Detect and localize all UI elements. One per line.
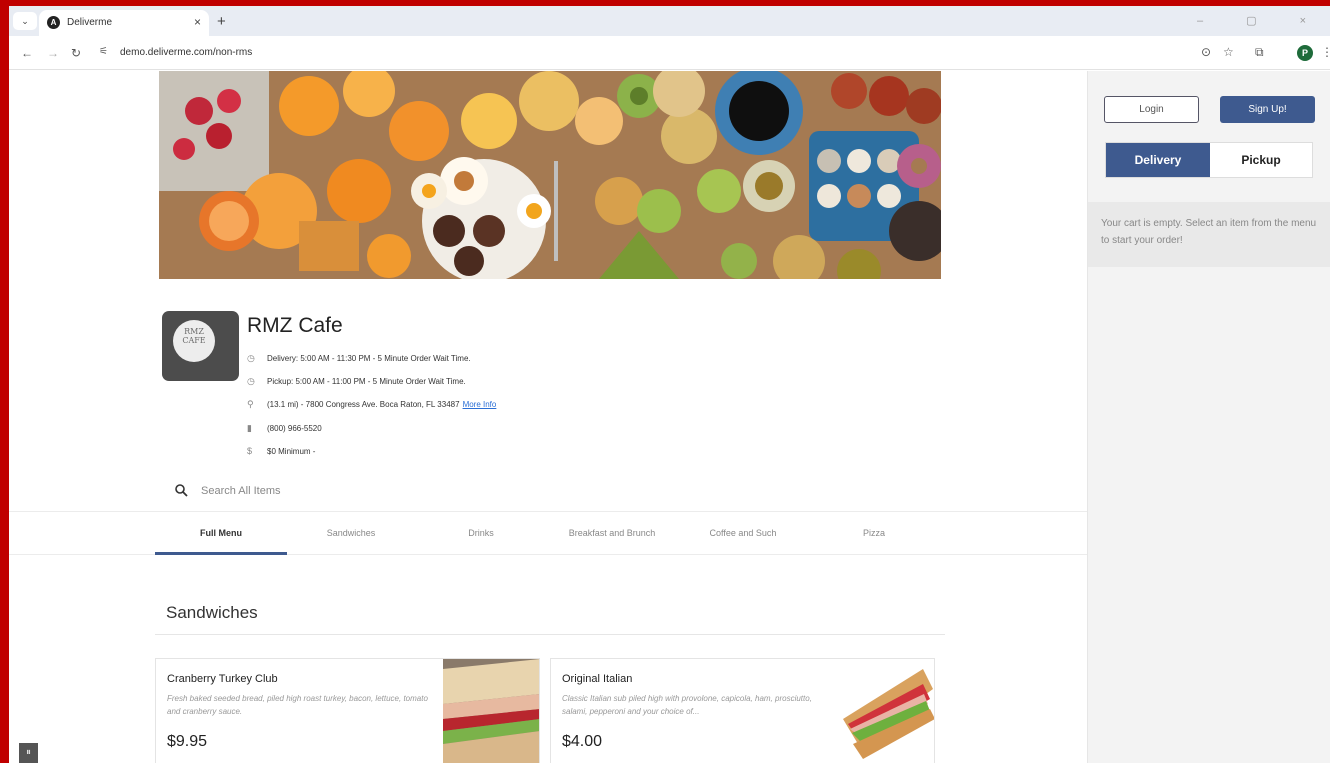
url-text[interactable]: demo.deliverme.com/non-rms — [120, 47, 252, 58]
item-price: $4.00 — [562, 733, 603, 750]
tab-pizza[interactable]: Pizza — [808, 528, 940, 538]
tab-sandwiches[interactable]: Sandwiches — [285, 528, 417, 538]
order-minimum: $0 Minimum - — [267, 447, 316, 456]
logo-text-1: RMZ — [184, 327, 204, 336]
window-controls[interactable]: – ▢ × — [1197, 14, 1326, 27]
new-tab-icon[interactable]: + — [217, 13, 226, 30]
item-description: Fresh baked seeded bread, piled high roa… — [167, 694, 428, 716]
tab-full-menu[interactable]: Full Menu — [155, 528, 287, 538]
page-content: RMZ CAFE RMZ Cafe ◷ Delivery: 5:00 AM - 1… — [9, 71, 1330, 763]
search-icon — [175, 484, 188, 500]
tab-coffee-and-such[interactable]: Coffee and Such — [677, 528, 809, 538]
extensions-icon[interactable]: ⧉ — [1255, 45, 1264, 60]
item-name: Original Italian — [562, 673, 633, 685]
address: (13.1 mi) - 7800 Congress Ave. Boca Rato… — [267, 400, 460, 409]
screen-frame-top — [0, 0, 1330, 6]
reload-icon[interactable]: ↻ — [71, 46, 81, 60]
profile-icon[interactable]: P — [1297, 45, 1313, 61]
login-button[interactable]: Login — [1104, 96, 1199, 123]
pickup-option[interactable]: Pickup — [1210, 143, 1312, 177]
site-settings-icon[interactable]: ⚟ — [99, 46, 108, 57]
browser-tab[interactable]: A Deliverme × — [39, 10, 209, 36]
active-tab-indicator — [155, 552, 287, 555]
address-line: ⚲ (13.1 mi) - 7800 Congress Ave. Boca Rat… — [247, 399, 496, 413]
tab-search-button[interactable]: ⌄ — [13, 12, 37, 30]
cart-empty-message: Your cart is empty. Select an item from … — [1088, 202, 1330, 267]
search-input[interactable]: Search All Items — [201, 485, 280, 497]
delivery-hours-line: ◷ Delivery: 5:00 AM - 11:30 PM - 5 Minute… — [247, 353, 471, 367]
back-icon[interactable]: ← — [21, 46, 33, 60]
more-info-link[interactable]: More Info — [463, 400, 497, 409]
menu-item-card[interactable]: Original Italian Classic Italian sub pil… — [550, 658, 935, 763]
phone-icon: ▮ — [247, 423, 252, 433]
clock-icon: ◷ — [247, 376, 255, 386]
menu-item-card[interactable]: Cranberry Turkey Club Fresh baked seeded… — [155, 658, 540, 763]
hero-food-image — [159, 71, 941, 279]
location-icon[interactable]: ⊙ — [1201, 45, 1211, 59]
restaurant-name: RMZ Cafe — [247, 314, 343, 337]
section-title: Sandwiches — [166, 603, 258, 622]
section-divider — [155, 634, 945, 635]
delivery-option[interactable]: Delivery — [1106, 143, 1210, 177]
star-icon[interactable]: ☆ — [1223, 45, 1234, 59]
clock-icon: ◷ — [247, 353, 255, 363]
url-field[interactable]: ⚟ demo.deliverme.com/non-rms — [93, 41, 1203, 65]
pickup-hours-line: ◷ Pickup: 5:00 AM - 11:00 PM - 5 Minute O… — [247, 376, 466, 390]
item-image — [443, 659, 539, 763]
delivery-hours: Delivery: 5:00 AM - 11:30 PM - 5 Minute … — [267, 354, 471, 363]
item-image — [838, 659, 934, 763]
screen-frame-left — [0, 0, 9, 763]
dollar-icon: $ — [247, 446, 253, 456]
menu-icon[interactable]: ⋮ — [1321, 45, 1330, 59]
restaurant-logo: RMZ CAFE — [162, 311, 239, 381]
forward-icon[interactable]: → — [47, 46, 59, 60]
location-pin-icon: ⚲ — [247, 399, 254, 409]
minimum-line: $ $0 Minimum - — [247, 446, 315, 460]
order-sidebar: Login Sign Up! Delivery Pickup Your cart… — [1087, 71, 1330, 763]
logo-badge: RMZ CAFE — [173, 320, 215, 362]
item-name: Cranberry Turkey Club — [167, 673, 278, 685]
tab-drinks[interactable]: Drinks — [415, 528, 547, 538]
signup-button[interactable]: Sign Up! — [1220, 96, 1315, 123]
browser-tab-bar: ⌄ A Deliverme × + – ▢ × — [9, 6, 1330, 36]
pause-icon[interactable]: ⏸ — [19, 743, 38, 763]
order-mode-toggle: Delivery Pickup — [1105, 142, 1313, 178]
item-description: Classic Italian sub piled high with prov… — [562, 694, 812, 716]
phone-number: (800) 966-5520 — [267, 424, 322, 433]
tab-title: Deliverme — [67, 17, 113, 28]
favicon-icon: A — [47, 16, 60, 29]
browser-address-bar: ← → ↻ ⚟ demo.deliverme.com/non-rms ⊙ ☆ ⧉… — [9, 36, 1330, 70]
logo-text-2: CAFE — [182, 336, 206, 345]
item-price: $9.95 — [167, 733, 208, 750]
phone-line: ▮ (800) 966-5520 — [247, 423, 322, 437]
pickup-hours: Pickup: 5:00 AM - 11:00 PM - 5 Minute Or… — [267, 377, 466, 386]
category-tabs: Full Menu Sandwiches Drinks Breakfast an… — [9, 511, 1087, 555]
tab-breakfast-and-brunch[interactable]: Breakfast and Brunch — [546, 528, 678, 538]
tab-close-icon[interactable]: × — [194, 15, 201, 29]
